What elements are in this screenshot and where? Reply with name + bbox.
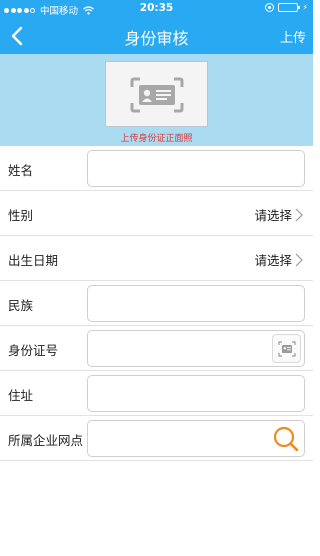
ethnicity-input[interactable] (87, 285, 305, 322)
id-photo-panel: 上传身份证正面照 (0, 54, 313, 146)
status-bar: 中国移动 20:35 ⚡ (0, 0, 313, 18)
battery-icon (278, 3, 301, 12)
gender-label: 性别 (8, 208, 34, 223)
chevron-right-icon (295, 253, 303, 266)
navigation-bar: 身份审核 上传 (0, 18, 313, 54)
form-row-branch: 所属企业网点 (0, 416, 313, 461)
birth-date-select-value: 请选择 (254, 253, 292, 268)
address-label: 住址 (8, 388, 34, 403)
birth-date-select[interactable]: 请选择 (254, 250, 303, 269)
form-row-address: 住址 (0, 371, 313, 416)
address-input[interactable] (87, 375, 305, 412)
status-right: ⚡ (265, 3, 308, 12)
birth-date-label: 出生日期 (8, 253, 59, 268)
page-title: 身份审核 (124, 29, 189, 48)
charging-icon: ⚡ (302, 3, 308, 12)
name-label: 姓名 (8, 163, 34, 178)
form-row-name: 姓名 (0, 146, 313, 191)
branch-input[interactable] (87, 420, 305, 457)
branch-label: 所属企业网点 (8, 433, 84, 448)
orientation-lock-icon (265, 3, 275, 12)
id-card-scan-icon (130, 77, 184, 113)
id-photo-upload-area[interactable] (105, 61, 208, 127)
id-card-scan-icon (278, 341, 296, 357)
id-number-input[interactable] (87, 330, 305, 367)
form-row-birth-date[interactable]: 出生日期 请选择 (0, 236, 313, 281)
search-icon[interactable] (272, 425, 300, 453)
form-row-gender[interactable]: 性别 请选择 (0, 191, 313, 236)
id-scan-button[interactable] (272, 334, 301, 363)
ethnicity-label: 民族 (8, 298, 34, 313)
gender-select-value: 请选择 (254, 208, 292, 223)
gender-select[interactable]: 请选择 (254, 205, 303, 224)
form-row-id-number: 身份证号 (0, 326, 313, 371)
upload-button[interactable]: 上传 (280, 27, 306, 46)
name-input[interactable] (87, 150, 305, 187)
chevron-right-icon (295, 208, 303, 221)
id-photo-hint: 上传身份证正面照 (120, 134, 193, 144)
form-row-ethnicity: 民族 (0, 281, 313, 326)
id-number-label: 身份证号 (8, 343, 59, 358)
